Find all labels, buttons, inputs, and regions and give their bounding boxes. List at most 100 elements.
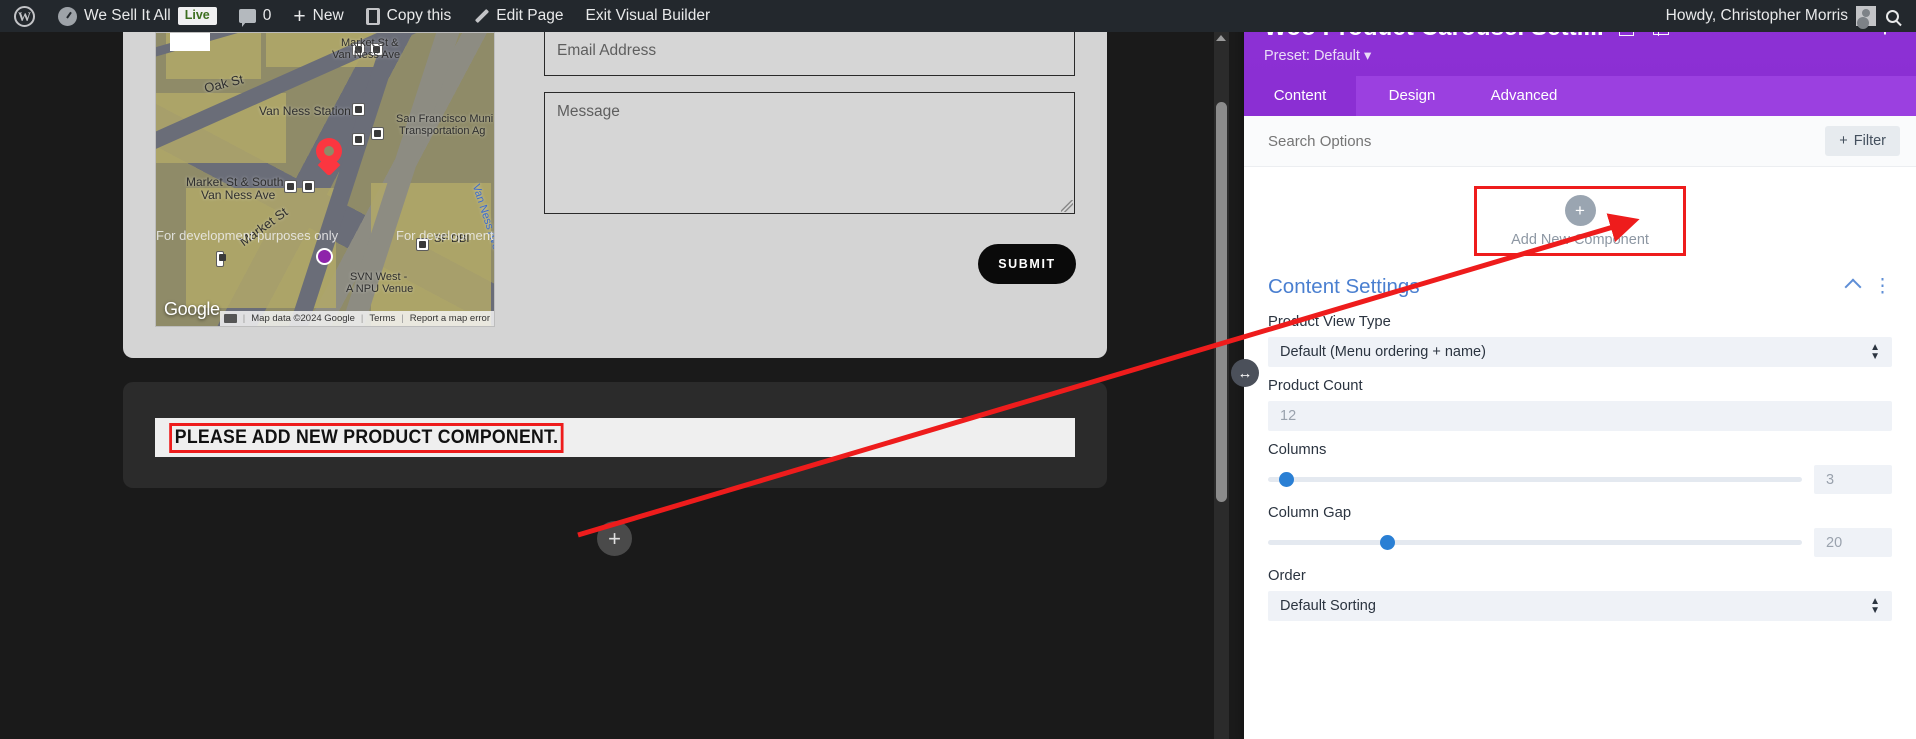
edit-page-link[interactable]: Edit Page — [462, 0, 574, 32]
live-badge: Live — [177, 7, 217, 25]
map-control-box[interactable] — [170, 33, 210, 51]
module-settings-panel: Woo Product Carousel Setti... ⋮ Preset: … — [1244, 0, 1916, 739]
new-content-menu[interactable]: + New — [282, 0, 354, 32]
product-view-type-label: Product View Type — [1268, 314, 1391, 330]
wordpress-logo-button[interactable] — [0, 0, 47, 32]
contact-section[interactable]: Market St & Van Ness Ave Oak St Van Ness… — [123, 32, 1107, 358]
comments-link[interactable]: 0 — [228, 0, 283, 32]
chevron-up-icon[interactable] — [1844, 278, 1862, 296]
divider: | — [242, 313, 246, 324]
add-new-component-button[interactable]: + Add New Component — [1474, 186, 1686, 256]
scroll-up-arrow-icon[interactable] — [1216, 35, 1226, 41]
google-logo: Google — [164, 299, 220, 319]
comment-count: 0 — [262, 7, 272, 24]
copy-label: Copy this — [386, 7, 452, 24]
product-module-placeholder[interactable]: PLEASE ADD NEW PRODUCT COMPONENT. — [155, 418, 1075, 457]
message-field[interactable]: Message — [544, 92, 1075, 214]
columns-value: 3 — [1826, 471, 1835, 488]
columns-slider-knob[interactable] — [1278, 472, 1294, 487]
add-new-component-label: Add New Component — [1511, 231, 1649, 248]
order-select[interactable]: Default Sorting ▲ ▼ — [1268, 591, 1892, 621]
report-map-error-link[interactable]: Report a map error — [410, 313, 490, 324]
product-count-input[interactable]: 12 — [1268, 401, 1892, 431]
column-gap-value-input[interactable]: 20 — [1814, 528, 1892, 557]
email-field[interactable]: Email Address — [544, 32, 1075, 76]
map-label: Van Ness Ave — [332, 49, 401, 61]
section-more-button[interactable]: ⋮ — [1873, 277, 1892, 297]
search-button[interactable] — [1876, 0, 1908, 32]
panel-preset-selector[interactable]: Preset: Default ▾ — [1264, 48, 1896, 64]
order-value: Default Sorting — [1280, 598, 1376, 614]
map-marker-pin[interactable] — [316, 138, 342, 174]
tab-content[interactable]: Content — [1244, 76, 1356, 116]
content-settings-title: Content Settings — [1268, 275, 1420, 298]
map-label: Market St & South — [186, 175, 284, 189]
map-watermark: For development purposes only — [156, 228, 339, 243]
product-carousel-section[interactable]: PLEASE ADD NEW PRODUCT COMPONENT. — [123, 382, 1107, 488]
map-label: A NPU Venue — [346, 283, 414, 295]
exit-visual-builder-link[interactable]: Exit Visual Builder — [574, 0, 721, 32]
map-label: Van Ness Station — [259, 104, 351, 118]
field-order: Order Default Sorting ▲ ▼ — [1244, 557, 1916, 621]
column-gap-value: 20 — [1826, 534, 1843, 551]
copy-this-button[interactable]: Copy this — [355, 0, 463, 32]
field-product-view-type: Product View Type Default (Menu ordering… — [1244, 303, 1916, 367]
product-count-value: 12 — [1280, 408, 1297, 424]
tab-design[interactable]: Design — [1356, 76, 1468, 116]
traffic-light-icon — [216, 251, 226, 267]
textarea-resize-handle[interactable] — [1061, 200, 1073, 212]
search-input[interactable] — [1268, 132, 1568, 150]
map-data-label: Map data ©2024 Google — [251, 313, 355, 324]
plus-icon: + — [1564, 194, 1596, 226]
panel-resize-handle[interactable]: ↔ — [1231, 359, 1259, 387]
comment-bubble-icon — [238, 9, 256, 27]
wordpress-logo-icon — [14, 5, 35, 27]
select-arrows-icon: ▲ ▼ — [1870, 342, 1880, 362]
tab-advanced[interactable]: Advanced — [1468, 76, 1580, 116]
scrollbar-thumb[interactable] — [1216, 102, 1227, 502]
map-label: Transportation Ag — [399, 125, 486, 137]
field-column-gap: Column Gap 20 — [1244, 494, 1916, 557]
column-gap-label: Column Gap — [1268, 505, 1352, 521]
chevron-down-icon: ▾ — [1363, 48, 1372, 64]
column-gap-slider-row: 20 — [1268, 528, 1892, 557]
column-gap-slider-knob[interactable] — [1380, 535, 1396, 550]
submit-button[interactable]: SUBMIT — [978, 244, 1076, 284]
terms-link[interactable]: Terms — [369, 313, 395, 324]
avatar[interactable] — [1856, 6, 1876, 26]
divider: | — [401, 313, 404, 324]
message-placeholder: Message — [557, 103, 620, 120]
transit-icon — [284, 180, 297, 193]
panel-body: + Add New Component Content Settings ⋮ P… — [1244, 167, 1916, 739]
site-name-label: We Sell It All — [84, 7, 171, 24]
columns-slider[interactable] — [1268, 472, 1802, 487]
select-arrows-icon: ▲ ▼ — [1870, 596, 1880, 616]
keyboard-shortcuts-icon[interactable] — [223, 314, 237, 323]
filter-label: Filter — [1853, 133, 1886, 149]
copy-icon — [365, 7, 380, 25]
dashboard-icon — [58, 6, 77, 26]
exit-label: Exit Visual Builder — [585, 7, 711, 24]
plus-icon: + — [1839, 133, 1848, 149]
howdy-label[interactable]: Howdy, Christopher Morris — [1666, 7, 1856, 25]
content-settings-header[interactable]: Content Settings ⋮ — [1244, 253, 1916, 303]
map-label: SVN West - — [350, 271, 408, 283]
column-gap-slider[interactable] — [1268, 535, 1802, 550]
site-name-menu[interactable]: We Sell It All Live — [47, 0, 228, 32]
search-icon — [1885, 9, 1899, 23]
canvas-scrollbar[interactable] — [1214, 32, 1229, 739]
plus-icon: + — [608, 525, 621, 551]
please-add-component-text: PLEASE ADD NEW PRODUCT COMPONENT. — [169, 422, 564, 453]
add-row-button[interactable]: + — [597, 521, 632, 556]
panel-tabs: Content Design Advanced — [1244, 76, 1916, 116]
field-columns: Columns 3 — [1244, 431, 1916, 494]
transit-icon — [371, 127, 384, 140]
columns-value-input[interactable]: 3 — [1814, 465, 1892, 494]
preset-label: Preset: Default — [1264, 48, 1360, 64]
product-view-type-select[interactable]: Default (Menu ordering + name) ▲ ▼ — [1268, 337, 1892, 367]
google-map-widget[interactable]: Market St & Van Ness Ave Oak St Van Ness… — [155, 32, 495, 327]
divider: | — [360, 313, 364, 324]
filter-button[interactable]: + Filter — [1825, 126, 1900, 156]
submit-label: SUBMIT — [998, 257, 1056, 271]
wp-admin-bar: We Sell It All Live 0 + New Copy this Ed… — [0, 0, 1916, 32]
